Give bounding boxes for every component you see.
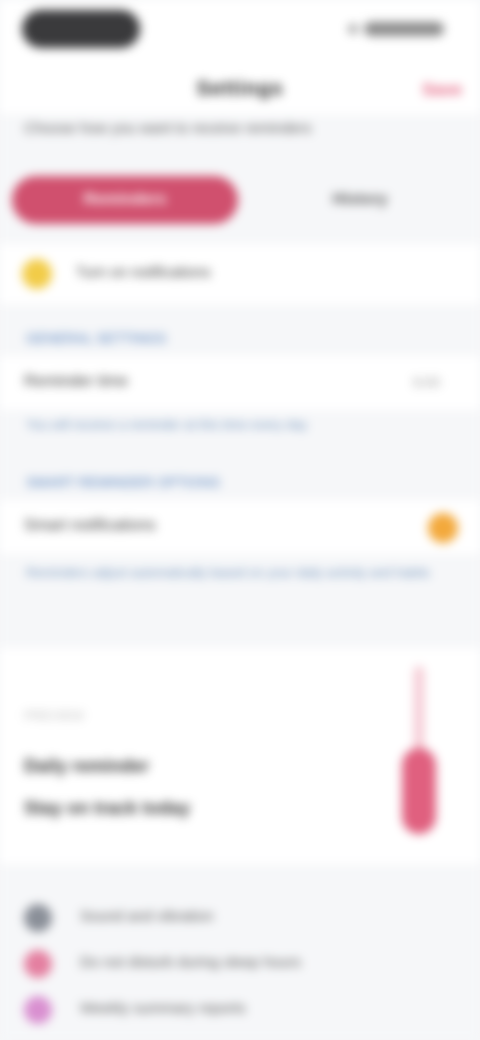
reminder-time-label: Reminder time — [24, 373, 129, 390]
reminder-time-helper: You will receive a reminder at this time… — [26, 417, 308, 432]
smart-notifications-label: Smart notifications — [24, 517, 156, 534]
status-bar — [0, 0, 480, 64]
battery-icon — [364, 22, 444, 36]
info-icon — [22, 259, 52, 289]
list-item-label: Sound and vibration — [80, 908, 214, 925]
segmented-control: Reminders History — [12, 176, 468, 224]
dynamic-island — [22, 10, 140, 48]
page-subtitle: Choose how you want to receive reminders — [24, 120, 312, 137]
preview-slider-handle[interactable] — [402, 748, 436, 834]
list-item-label: Weekly summary reports — [80, 1000, 246, 1017]
navigation-bar: Settings Save — [0, 64, 480, 114]
preview-card: PREVIEW Daily reminder Stay on track tod… — [0, 648, 480, 864]
smart-notifications-helper: Reminders adjust automatically based on … — [26, 565, 430, 580]
preview-message: Stay on track today — [24, 798, 191, 818]
bell-icon — [24, 904, 52, 932]
notification-banner[interactable]: Turn on notifications — [0, 244, 480, 304]
preview-heading: PREVIEW — [24, 708, 84, 723]
reminder-time-value: 9:00 — [412, 374, 440, 390]
tab-history[interactable]: History — [252, 176, 468, 224]
smart-notifications-row: Smart notifications — [0, 500, 480, 554]
heart-icon — [24, 950, 52, 978]
list-item-sound[interactable]: Sound and vibration — [0, 896, 480, 942]
list-item-do-not-disturb[interactable]: Do not disturb during sleep hours — [0, 942, 480, 988]
page-title: Settings — [196, 78, 284, 100]
app-screen: Settings Save Choose how you want to rec… — [0, 0, 480, 1040]
reminder-time-row[interactable]: Reminder time 9:00 — [0, 356, 480, 410]
smart-notifications-toggle[interactable] — [428, 513, 458, 543]
star-icon — [24, 996, 52, 1024]
list-item-label: Do not disturb during sleep hours — [80, 954, 301, 971]
list-item-weekly-summary[interactable]: Weekly summary reports — [0, 988, 480, 1034]
save-button[interactable]: Save — [422, 80, 462, 100]
section-label-smart: SMART REMINDER OPTIONS — [26, 474, 220, 490]
signal-icon — [348, 24, 358, 34]
section-label-general: GENERAL SETTINGS — [26, 330, 167, 346]
preview-title: Daily reminder — [24, 756, 150, 776]
tab-reminders[interactable]: Reminders — [12, 176, 238, 224]
notice-text: Turn on notifications — [76, 264, 211, 281]
